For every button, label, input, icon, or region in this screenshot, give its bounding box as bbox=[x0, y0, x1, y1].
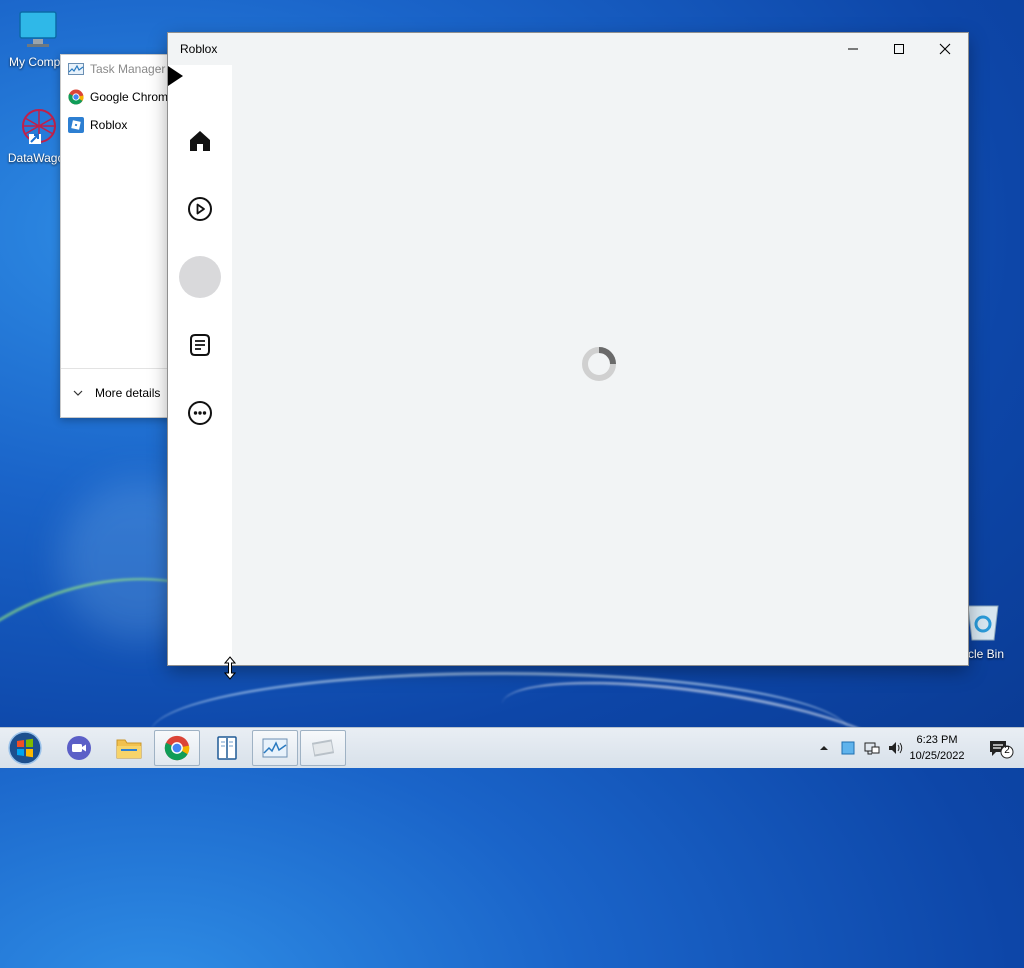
taskbar-app-file-explorer[interactable] bbox=[106, 730, 152, 766]
mouse-cursor-icon bbox=[168, 66, 183, 86]
nav-chat[interactable] bbox=[176, 321, 224, 369]
nav-home[interactable] bbox=[176, 117, 224, 165]
clock-time: 6:23 PM bbox=[916, 734, 958, 746]
task-manager-title: Task Manager bbox=[90, 62, 166, 76]
volume-icon[interactable] bbox=[888, 740, 904, 756]
taskbar-app-roblox[interactable] bbox=[300, 730, 346, 766]
play-icon bbox=[188, 197, 212, 221]
maximize-button[interactable] bbox=[876, 33, 922, 65]
nav-play[interactable] bbox=[176, 185, 224, 233]
taskbar-app-task-manager[interactable] bbox=[252, 730, 298, 766]
network-icon[interactable] bbox=[864, 740, 880, 756]
start-button[interactable] bbox=[6, 730, 44, 766]
task-manager-icon bbox=[68, 63, 84, 75]
nav-more[interactable] bbox=[176, 389, 224, 437]
resize-cursor-icon bbox=[224, 656, 236, 680]
taskbar: 6:23 PM 10/25/2022 2 bbox=[0, 727, 1024, 768]
loading-spinner-icon bbox=[582, 347, 616, 381]
roblox-icon bbox=[68, 117, 84, 133]
chat-icon bbox=[190, 334, 210, 356]
show-hidden-icons-icon[interactable] bbox=[816, 740, 832, 756]
nav-avatar[interactable] bbox=[176, 253, 224, 301]
chrome-icon bbox=[164, 735, 190, 761]
roblox-window[interactable]: Roblox bbox=[168, 33, 968, 665]
video-call-icon bbox=[67, 736, 91, 760]
taskbar-app-meet[interactable] bbox=[56, 730, 102, 766]
action-center-button[interactable]: 2 bbox=[988, 739, 1014, 759]
more-icon bbox=[188, 401, 212, 425]
roblox-sidebar bbox=[168, 65, 232, 665]
more-details-label: More details bbox=[95, 386, 161, 400]
close-button[interactable] bbox=[922, 33, 968, 65]
chrome-icon bbox=[68, 89, 84, 105]
tray-app-icon[interactable] bbox=[840, 740, 856, 756]
minimize-icon bbox=[848, 48, 858, 50]
notification-count: 2 bbox=[1004, 745, 1010, 756]
roblox-icon bbox=[311, 739, 335, 757]
recycle-bin-icon bbox=[967, 605, 999, 641]
close-icon bbox=[939, 43, 951, 55]
taskbar-clock[interactable]: 6:23 PM 10/25/2022 bbox=[904, 732, 970, 764]
roblox-titlebar[interactable]: Roblox bbox=[168, 33, 968, 65]
window-title: Roblox bbox=[180, 42, 218, 56]
taskbar-app-chrome[interactable] bbox=[154, 730, 200, 766]
maximize-icon bbox=[894, 44, 904, 54]
task-item-label: Roblox bbox=[90, 118, 128, 132]
folder-icon bbox=[116, 739, 142, 759]
chevron-down-icon bbox=[73, 390, 83, 396]
datawagon-icon bbox=[22, 109, 56, 144]
minimize-button[interactable] bbox=[830, 33, 876, 65]
task-item-label: Google Chrom bbox=[90, 90, 169, 104]
home-icon bbox=[190, 131, 210, 151]
task-manager-icon bbox=[262, 738, 288, 758]
clock-date: 10/25/2022 bbox=[909, 750, 965, 762]
monitor-icon bbox=[19, 11, 57, 47]
book-icon bbox=[217, 736, 237, 760]
avatar-icon bbox=[179, 256, 221, 298]
taskbar-app-reader[interactable] bbox=[204, 730, 250, 766]
